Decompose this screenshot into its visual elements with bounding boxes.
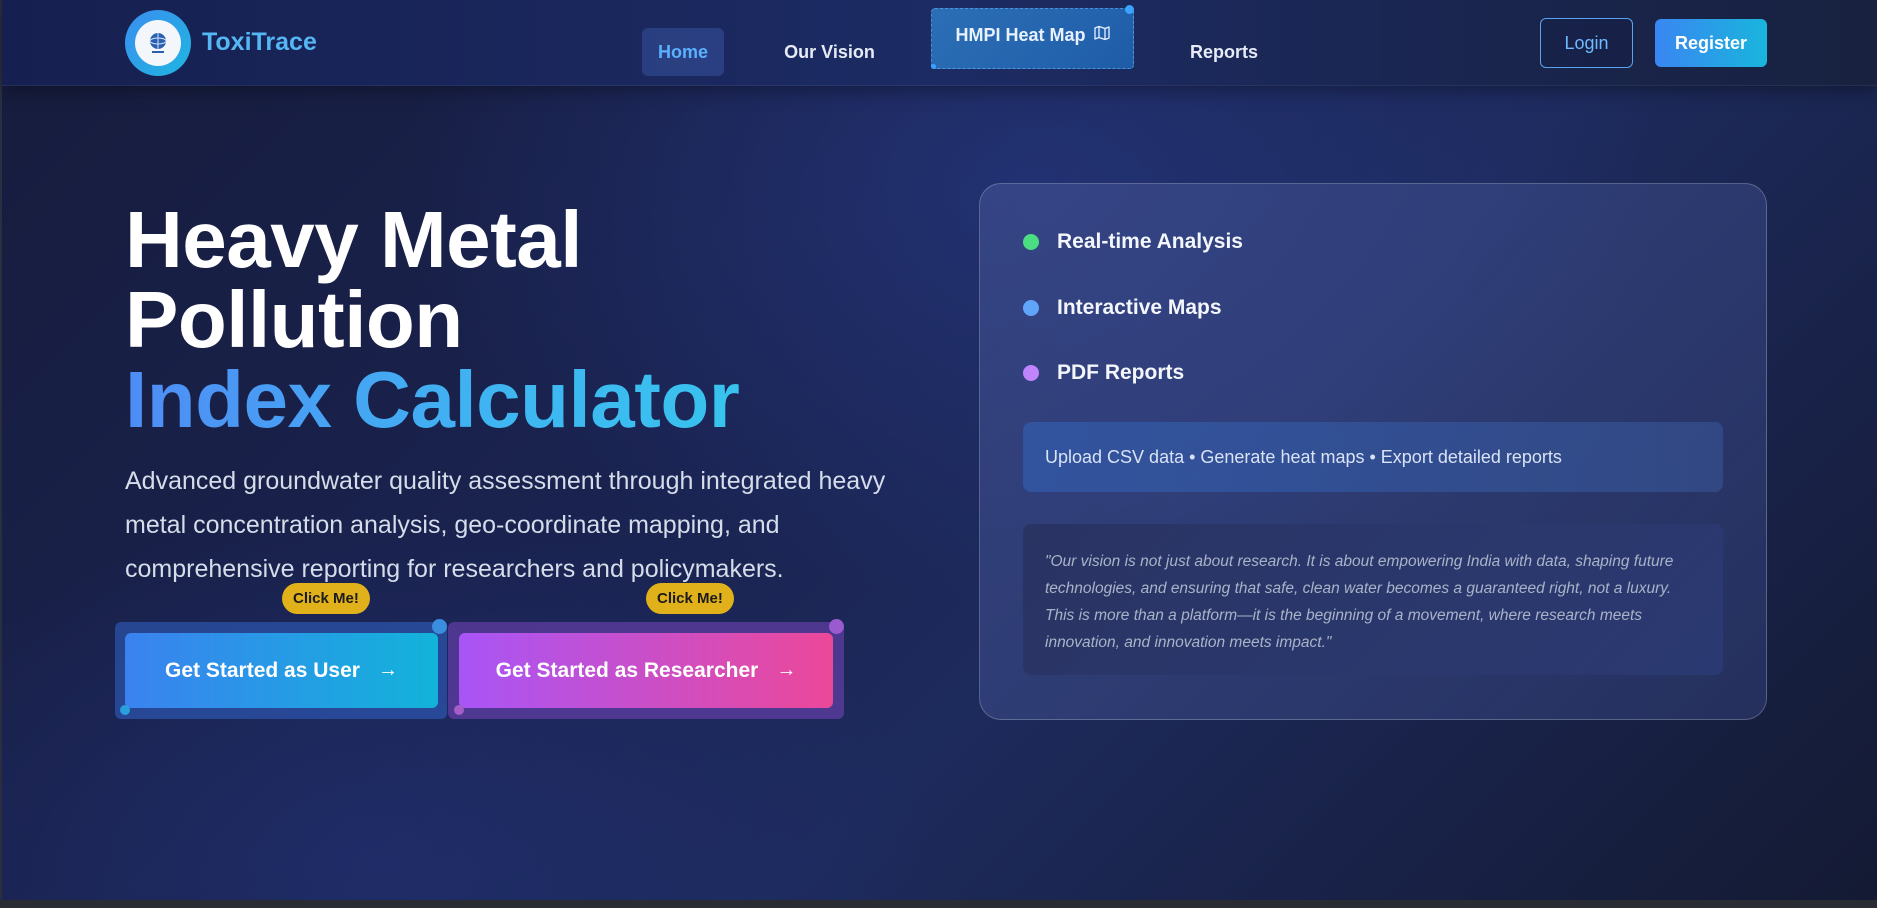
corner-dot	[829, 619, 844, 634]
nav-reports[interactable]: Reports	[1182, 28, 1266, 76]
hero-description: Advanced groundwater quality assessment …	[125, 467, 886, 583]
login-button[interactable]: Login	[1540, 18, 1633, 68]
hero-title-line: Pollution	[125, 275, 463, 364]
click-me-tag: Click Me!	[282, 583, 370, 614]
feature-item: Real-time Analysis	[1023, 230, 1243, 254]
focus-dot-indicator	[931, 64, 936, 69]
get-started-researcher-button[interactable]: Get Started as Researcher →	[459, 633, 833, 708]
nav-home[interactable]: Home	[642, 28, 724, 76]
corner-dot	[432, 619, 447, 634]
feature-label: Real-time Analysis	[1057, 230, 1243, 253]
globe-logo-icon	[135, 20, 181, 66]
corner-dot	[454, 705, 464, 715]
hero-title-line: Heavy Metal	[125, 195, 582, 284]
hero-title: Heavy Metal Pollution Index Calculator	[125, 195, 740, 444]
corner-dot	[120, 705, 130, 715]
nav-our-vision[interactable]: Our Vision	[772, 28, 887, 76]
click-me-tag: Click Me!	[646, 583, 734, 614]
logo[interactable]	[125, 10, 191, 76]
nav-hmpi-heat-map[interactable]: HMPI Heat Map	[931, 8, 1134, 69]
window-bottom-edge	[0, 900, 1877, 908]
brand-name[interactable]: ToxiTrace	[202, 28, 317, 57]
feature-label: Interactive Maps	[1057, 296, 1222, 319]
status-dot-icon	[1023, 365, 1039, 381]
arrow-right-icon: →	[776, 659, 797, 681]
feature-label: PDF Reports	[1057, 361, 1185, 384]
hero-title-highlight: Index Calculator	[125, 355, 740, 444]
get-started-user-button[interactable]: Get Started as User →	[125, 633, 438, 708]
status-dot-icon	[1023, 234, 1039, 250]
page-background: ToxiTrace Home Our Vision HMPI Heat Map …	[0, 0, 1877, 908]
feature-item: PDF Reports	[1023, 361, 1184, 385]
top-navbar: ToxiTrace Home Our Vision HMPI Heat Map …	[2, 0, 1877, 86]
feature-item: Interactive Maps	[1023, 296, 1222, 320]
cta-user-label: Get Started as User	[165, 658, 360, 682]
nav-hmpi-label: HMPI Heat Map	[955, 25, 1086, 45]
upload-info-box: Upload CSV data • Generate heat maps • E…	[1023, 422, 1723, 492]
map-icon	[1093, 25, 1110, 46]
focus-dot-indicator	[1125, 5, 1134, 14]
cta-researcher-label: Get Started as Researcher	[495, 658, 759, 682]
register-button[interactable]: Register	[1655, 19, 1767, 67]
vision-quote: "Our vision is not just about research. …	[1023, 524, 1723, 675]
status-dot-icon	[1023, 300, 1039, 316]
arrow-right-icon: →	[377, 659, 398, 681]
